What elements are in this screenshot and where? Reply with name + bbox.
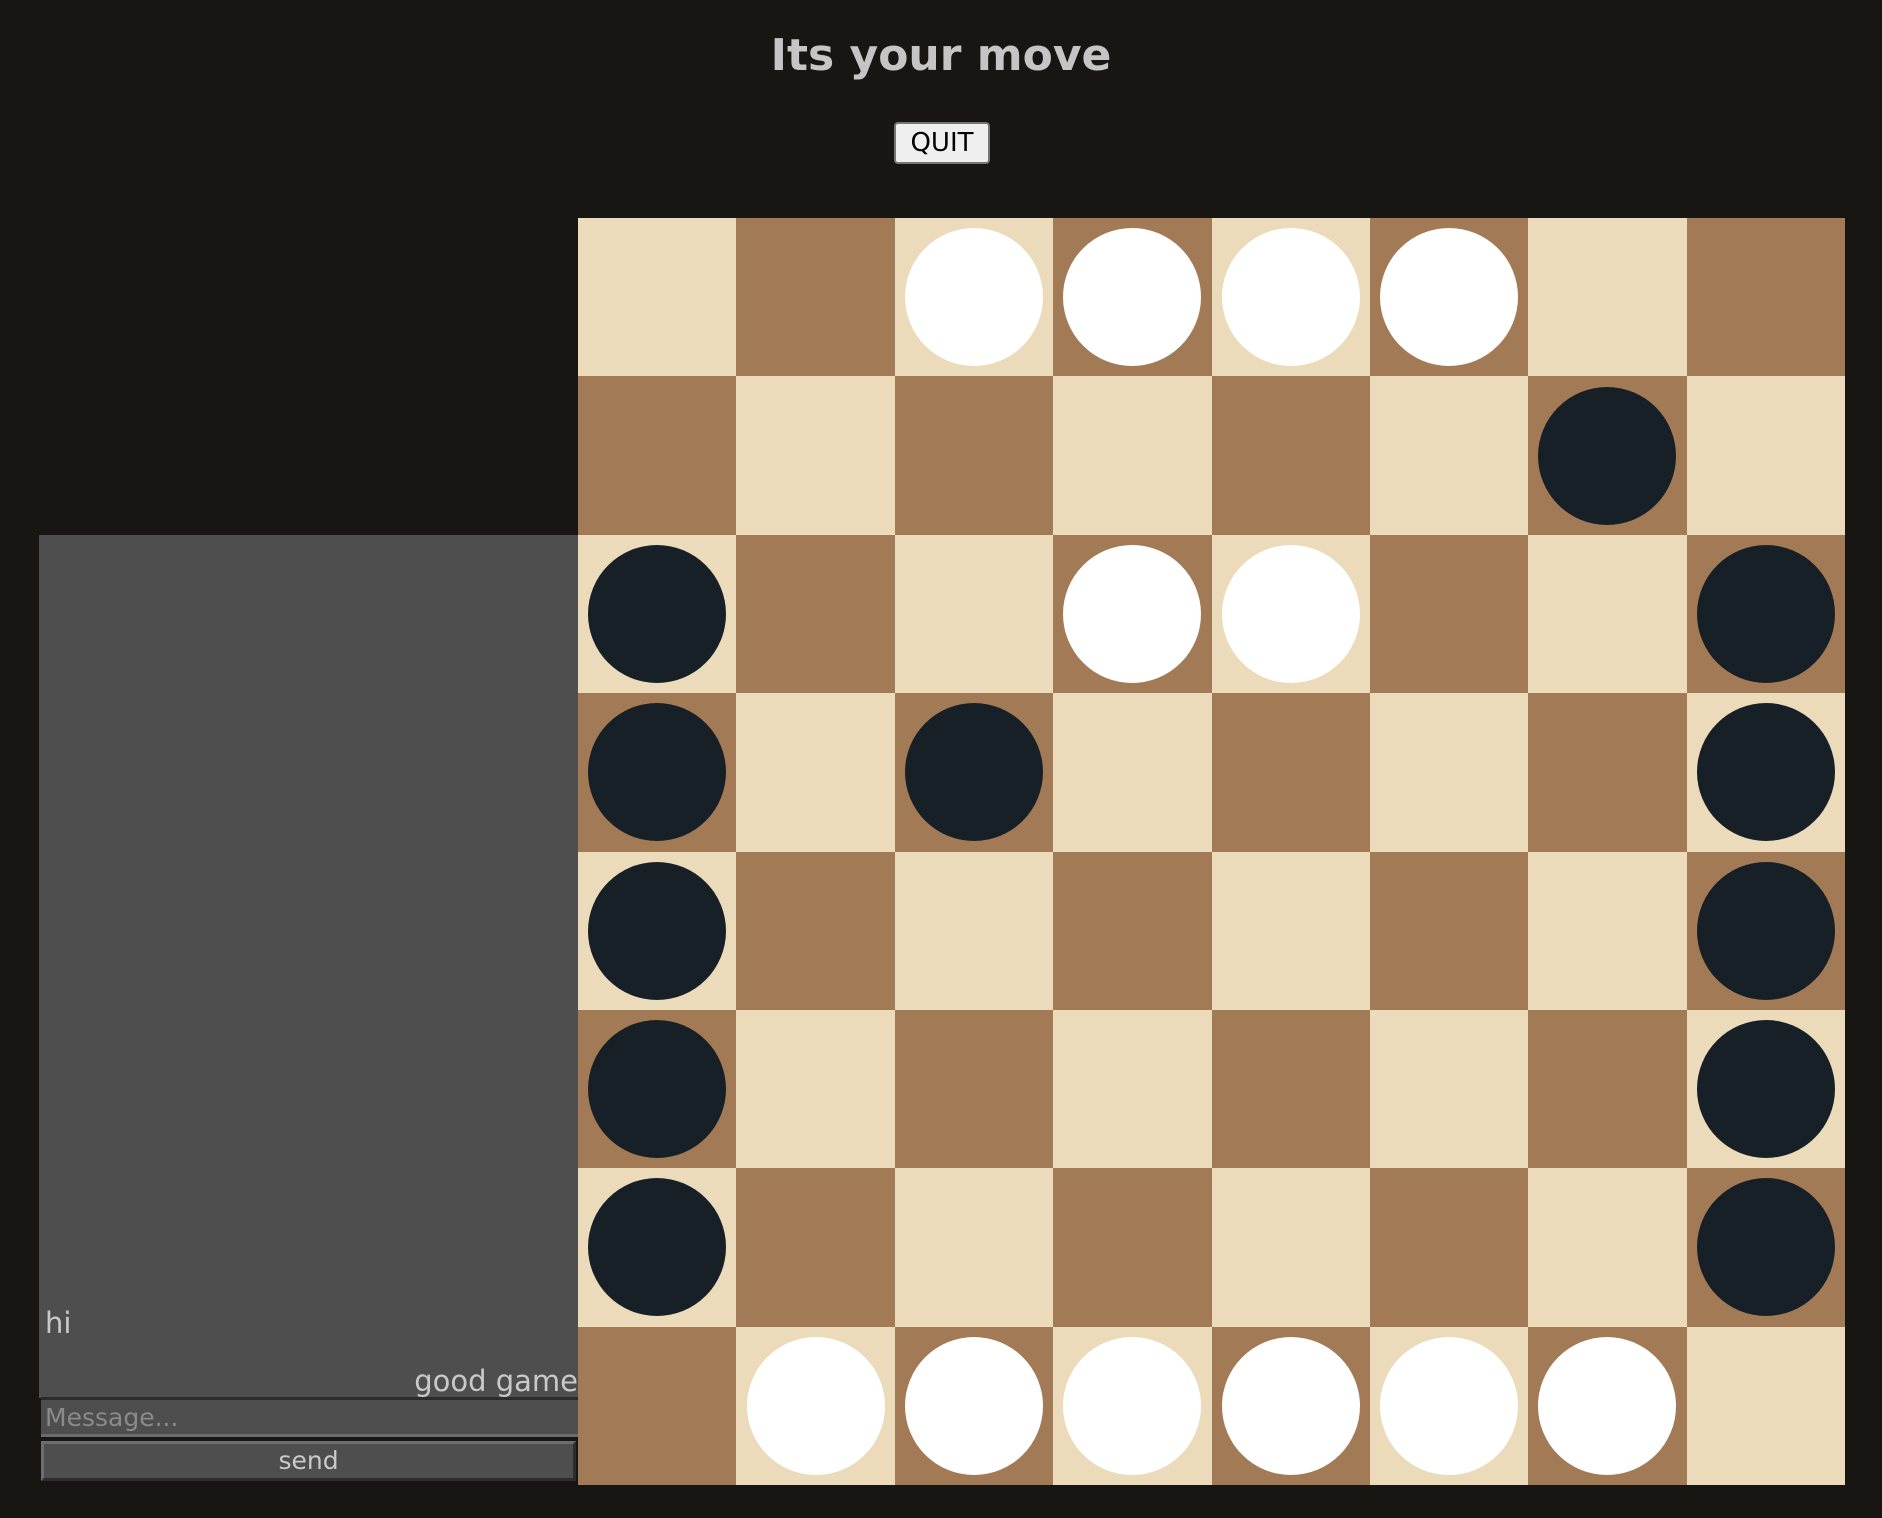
board-square[interactable] [1369,1168,1529,1327]
board-square[interactable] [1686,1168,1845,1327]
white-piece[interactable] [1538,1336,1677,1475]
board-square[interactable] [894,376,1054,535]
board-square[interactable] [1053,534,1212,694]
game-page: Its your move QUIT hi good game send [0,0,1882,1518]
black-piece[interactable] [904,703,1043,842]
board-square[interactable] [1528,218,1687,377]
quit-button[interactable]: QUIT [894,122,990,164]
board-square[interactable] [1211,376,1370,535]
board-square[interactable] [736,693,895,852]
turn-status-title: Its your move [770,30,1112,81]
white-piece[interactable] [1221,544,1360,683]
chat-log: hi good game [39,535,578,1398]
board-square[interactable] [1211,1326,1370,1485]
board-square[interactable] [1369,218,1529,377]
board-square[interactable] [578,1009,737,1169]
board-square[interactable] [1686,534,1845,694]
board-square[interactable] [1053,851,1212,1010]
black-piece[interactable] [1696,544,1835,683]
board-square[interactable] [1686,851,1845,1010]
white-piece[interactable] [1380,1336,1519,1475]
board-square[interactable] [736,218,895,377]
black-piece[interactable] [588,1020,727,1159]
white-piece[interactable] [1380,228,1519,367]
black-piece[interactable] [1696,861,1835,1000]
board-square[interactable] [578,1168,737,1327]
board-square[interactable] [1211,1009,1370,1169]
message-input[interactable] [41,1397,578,1437]
board-square[interactable] [1528,1326,1687,1485]
chat-message: hi [45,1306,72,1340]
board-square[interactable] [1211,218,1370,377]
board-square[interactable] [1369,851,1529,1010]
board-square[interactable] [578,218,737,377]
board-square[interactable] [1369,534,1529,694]
black-piece[interactable] [1696,1020,1835,1159]
black-piece[interactable] [1696,1178,1835,1317]
board-square[interactable] [578,1326,737,1485]
board-square[interactable] [736,851,895,1010]
board-square[interactable] [1369,693,1529,852]
black-piece[interactable] [588,703,727,842]
chat-message: good game [414,1364,578,1398]
board-square[interactable] [1211,693,1370,852]
board-square[interactable] [1528,376,1687,535]
board-square[interactable] [1211,1168,1370,1327]
board-square[interactable] [1528,851,1687,1010]
board-square[interactable] [894,1326,1054,1485]
board-square[interactable] [578,851,737,1010]
white-piece[interactable] [1063,228,1202,367]
board-square[interactable] [894,218,1054,377]
board-square[interactable] [1053,1009,1212,1169]
white-piece[interactable] [746,1336,885,1475]
board-square[interactable] [1053,1168,1212,1327]
board-square[interactable] [1211,534,1370,694]
send-button[interactable]: send [41,1441,576,1481]
board-square[interactable] [1369,1009,1529,1169]
white-piece[interactable] [904,228,1043,367]
white-piece[interactable] [904,1336,1043,1475]
board-square[interactable] [1053,218,1212,377]
white-piece[interactable] [1063,1336,1202,1475]
board-square[interactable] [1686,1009,1845,1169]
board-square[interactable] [736,1326,895,1485]
black-piece[interactable] [588,861,727,1000]
black-piece[interactable] [588,544,727,683]
chat-panel: hi good game send [39,535,578,1485]
board-square[interactable] [1053,376,1212,535]
board-square[interactable] [1528,534,1687,694]
white-piece[interactable] [1063,544,1202,683]
black-piece[interactable] [1538,386,1677,525]
board-square[interactable] [736,1009,895,1169]
board-square[interactable] [1211,851,1370,1010]
board-square[interactable] [736,1168,895,1327]
board-square[interactable] [736,534,895,694]
board-square[interactable] [1369,1326,1529,1485]
board-square[interactable] [1369,376,1529,535]
white-piece[interactable] [1221,228,1360,367]
game-board [578,218,1845,1485]
board-square[interactable] [578,376,737,535]
board-square[interactable] [1686,376,1845,535]
board-square[interactable] [1053,693,1212,852]
board-square[interactable] [736,376,895,535]
board-square[interactable] [1528,1009,1687,1169]
board-square[interactable] [894,851,1054,1010]
board-square[interactable] [1528,1168,1687,1327]
board-square[interactable] [1686,1326,1845,1485]
white-piece[interactable] [1221,1336,1360,1475]
board-square[interactable] [894,534,1054,694]
black-piece[interactable] [1696,703,1835,842]
board-square[interactable] [1686,218,1845,377]
board-square[interactable] [1528,693,1687,852]
board-square[interactable] [578,534,737,694]
board-square[interactable] [1686,693,1845,852]
board-square[interactable] [894,693,1054,852]
board-square[interactable] [894,1168,1054,1327]
board-square[interactable] [578,693,737,852]
board-square[interactable] [1053,1326,1212,1485]
board-square[interactable] [894,1009,1054,1169]
black-piece[interactable] [588,1178,727,1317]
